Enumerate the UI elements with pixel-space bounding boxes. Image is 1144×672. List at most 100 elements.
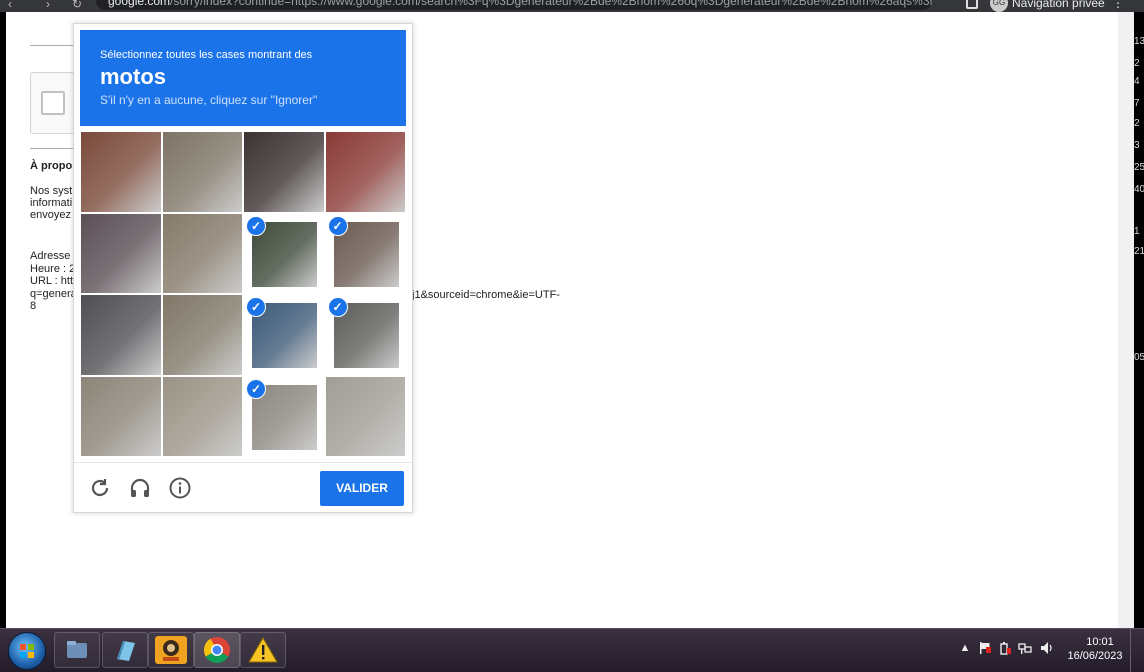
captcha-tile[interactable] bbox=[80, 375, 162, 457]
screen: ‹ › ↻ google.com/sorry/index?continue=ht… bbox=[0, 0, 1144, 672]
about-title: À propo bbox=[30, 160, 73, 172]
url-path: /sorry/index?continue=https://www.google… bbox=[170, 0, 932, 8]
captcha-tile[interactable] bbox=[80, 294, 162, 376]
checkmark-icon: ✓ bbox=[246, 378, 266, 399]
tile-image bbox=[81, 376, 161, 456]
audio-challenge-icon[interactable] bbox=[128, 476, 152, 500]
info-line: informati bbox=[30, 197, 73, 209]
captcha-tile[interactable]: ✓ bbox=[324, 212, 406, 294]
taskbar-app-webcam[interactable] bbox=[148, 632, 194, 668]
tile-image bbox=[244, 132, 324, 212]
incognito-label[interactable]: Navigation privée bbox=[1012, 0, 1105, 10]
edge-number: 1 bbox=[1134, 226, 1140, 237]
edge-number: 3 bbox=[1134, 140, 1140, 151]
volume-icon[interactable] bbox=[1040, 641, 1054, 655]
clock-time[interactable]: 10:01 bbox=[1078, 636, 1122, 648]
verify-button[interactable]: VALIDER bbox=[320, 471, 404, 506]
browser-menu-icon[interactable]: ⋮ bbox=[1112, 0, 1124, 10]
edge-number: 13 bbox=[1134, 36, 1144, 47]
detail-line: 8 bbox=[30, 300, 37, 312]
info-line: envoyez bbox=[30, 209, 71, 221]
captcha-tile[interactable]: ✓ bbox=[243, 212, 325, 294]
edge-number: 7 bbox=[1134, 98, 1140, 109]
detail-line: Adresse bbox=[30, 250, 71, 262]
detail-line: URL : htt bbox=[30, 275, 73, 287]
show-hidden-icons-icon[interactable]: ▲ bbox=[958, 641, 972, 655]
windows-logo-icon bbox=[20, 644, 34, 658]
chrome-icon bbox=[203, 637, 230, 664]
info-line: Nos syst bbox=[30, 185, 73, 197]
detail-line: q=genera bbox=[30, 287, 77, 300]
taskbar-app-warning[interactable] bbox=[240, 632, 286, 668]
tile-image bbox=[325, 132, 405, 212]
reload-icon[interactable]: ↻ bbox=[72, 0, 82, 11]
tile-image bbox=[162, 132, 242, 212]
captcha-tile[interactable] bbox=[161, 294, 243, 376]
captcha-tile[interactable] bbox=[161, 212, 243, 294]
captcha-tile[interactable] bbox=[80, 131, 162, 213]
tile-image bbox=[81, 132, 161, 212]
tile-image bbox=[162, 213, 242, 293]
taskbar-app-notes[interactable] bbox=[102, 632, 148, 668]
edge-number: 4 bbox=[1134, 76, 1140, 87]
back-icon[interactable]: ‹ bbox=[8, 0, 12, 11]
start-button[interactable] bbox=[8, 632, 46, 670]
action-center-flag-icon[interactable] bbox=[978, 641, 992, 655]
profile-avatar[interactable]: GG bbox=[990, 0, 1008, 12]
recaptcha-checkbox[interactable] bbox=[41, 91, 65, 115]
address-bar[interactable]: google.com/sorry/index?continue=https://… bbox=[96, 0, 932, 10]
folder-icon bbox=[67, 641, 87, 658]
checkmark-icon: ✓ bbox=[246, 215, 266, 236]
info-icon[interactable] bbox=[168, 476, 192, 500]
edge-number: 21 bbox=[1134, 246, 1144, 257]
warning-icon bbox=[248, 637, 278, 663]
captcha-tile[interactable] bbox=[161, 131, 243, 213]
tile-image bbox=[81, 295, 161, 375]
edge-number: 2 bbox=[1134, 118, 1140, 129]
edge-number: 05 bbox=[1134, 352, 1144, 363]
tile-image bbox=[162, 295, 242, 375]
captcha-image-grid: ✓ ✓ ✓ ✓ ✓ bbox=[80, 131, 406, 457]
clock-date[interactable]: 16/06/2023 bbox=[1062, 650, 1128, 662]
captcha-tile[interactable] bbox=[324, 131, 406, 213]
taskbar-app-explorer[interactable] bbox=[54, 632, 100, 668]
taskbar: ▲ 10:01 16/06/2023 bbox=[0, 628, 1144, 672]
captcha-footer: VALIDER bbox=[74, 462, 412, 512]
show-desktop-button[interactable] bbox=[1130, 629, 1144, 672]
power-icon[interactable] bbox=[998, 641, 1012, 655]
captcha-tile[interactable] bbox=[80, 212, 162, 294]
browser-toolbar: ‹ › ↻ google.com/sorry/index?continue=ht… bbox=[0, 0, 1144, 12]
page-scrollbar[interactable] bbox=[1118, 12, 1134, 628]
edge-number: 40 bbox=[1134, 184, 1144, 195]
instruction-hint: S'il n'y en a aucune, cliquez sur "Ignor… bbox=[100, 93, 318, 107]
edge-number: 25 bbox=[1134, 162, 1144, 173]
taskbar-app-chrome[interactable] bbox=[194, 632, 240, 668]
url-host: google.com bbox=[108, 0, 171, 8]
url-tail-text: j1&sourceid=chrome&ie=UTF- bbox=[412, 289, 560, 301]
captcha-header: Sélectionnez toutes les cases montrant d… bbox=[80, 30, 406, 126]
captcha-tile[interactable]: ✓ bbox=[243, 294, 325, 376]
extension-icon[interactable] bbox=[966, 0, 978, 9]
notes-icon bbox=[117, 641, 135, 661]
checkmark-icon: ✓ bbox=[246, 297, 266, 317]
checkmark-icon: ✓ bbox=[327, 297, 348, 317]
captcha-tile[interactable] bbox=[161, 375, 243, 457]
network-icon[interactable] bbox=[1018, 641, 1032, 655]
tile-image bbox=[162, 376, 242, 456]
edge-number: 2 bbox=[1134, 58, 1140, 69]
checkmark-icon: ✓ bbox=[327, 215, 348, 236]
forward-icon[interactable]: › bbox=[46, 0, 50, 11]
captcha-challenge: Sélectionnez toutes les cases montrant d… bbox=[73, 23, 413, 513]
tile-image bbox=[81, 213, 161, 293]
webcam-app-icon bbox=[155, 636, 187, 664]
captcha-tile[interactable] bbox=[243, 131, 325, 213]
instruction-target: motos bbox=[100, 64, 166, 89]
captcha-tile[interactable] bbox=[324, 375, 406, 457]
captcha-tile[interactable]: ✓ bbox=[243, 375, 325, 457]
instruction-text: Sélectionnez toutes les cases montrant d… bbox=[100, 49, 313, 61]
screen-left-edge bbox=[0, 12, 6, 628]
captcha-tile[interactable]: ✓ bbox=[324, 294, 406, 376]
reload-challenge-icon[interactable] bbox=[88, 476, 112, 500]
tile-image bbox=[325, 376, 405, 456]
detail-line: Heure : 2 bbox=[30, 262, 76, 275]
